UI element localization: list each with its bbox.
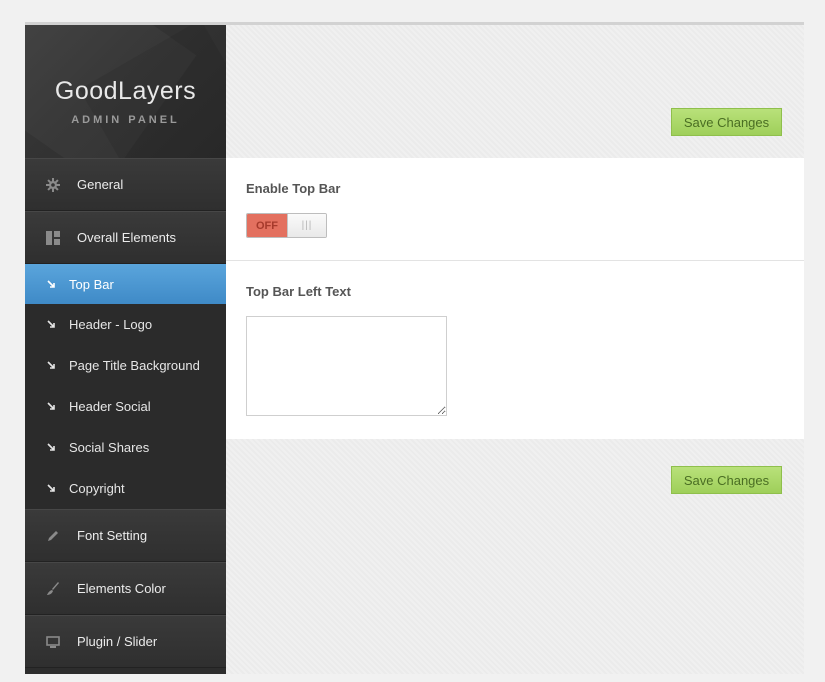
- sidebar-subitem-label: Copyright: [69, 481, 125, 496]
- option-label: Top Bar Left Text: [246, 284, 351, 299]
- sidebar-subitem-label: Top Bar: [69, 276, 114, 292]
- sidebar-subitem-label: Page Title Background: [69, 358, 200, 373]
- monitor-icon: [45, 634, 61, 650]
- sidebar-subitem-header-logo[interactable]: Header - Logo: [25, 304, 226, 345]
- arrow-down-right-icon: [47, 484, 57, 493]
- sidebar-item-plugin-slider[interactable]: Plugin / Slider: [25, 615, 226, 668]
- arrow-down-right-icon: [47, 402, 57, 411]
- option-enable-top-bar: Enable Top Bar OFF |||: [226, 158, 804, 261]
- sidebar-item-elements-color[interactable]: Elements Color: [25, 562, 226, 615]
- arrow-down-right-icon: [47, 320, 57, 329]
- sidebar-item-general[interactable]: General: [25, 158, 226, 211]
- sidebar-subitem-header-social[interactable]: Header Social: [25, 386, 226, 427]
- sidebar-item-font-setting[interactable]: Font Setting: [25, 509, 226, 562]
- sidebar: GoodLayers ADMIN PANEL General Overall E…: [25, 25, 226, 674]
- arrow-down-right-icon: [47, 443, 57, 452]
- arrow-down-right-icon: [47, 279, 57, 289]
- sidebar-item-overall-elements[interactable]: Overall Elements: [25, 211, 226, 264]
- layout-icon: [45, 230, 61, 246]
- brand-name: GoodLayers: [54, 77, 197, 105]
- sidebar-item-label: Font Setting: [77, 528, 148, 543]
- sidebar-subitem-top-bar[interactable]: Top Bar: [25, 264, 226, 304]
- toggle-state-label: OFF: [247, 214, 287, 237]
- gear-icon: [45, 177, 61, 193]
- sidebar-item-label: Overall Elements: [77, 230, 176, 245]
- option-top-bar-left-text: Top Bar Left Text: [226, 261, 804, 439]
- brush-icon: [45, 581, 61, 597]
- toggle-handle: |||: [287, 214, 326, 237]
- enable-top-bar-toggle[interactable]: OFF |||: [246, 213, 327, 238]
- sidebar-item-label: General: [77, 177, 124, 192]
- sidebar-subitem-page-title-background[interactable]: Page Title Background: [25, 345, 226, 386]
- admin-panel: GoodLayers ADMIN PANEL General Overall E…: [25, 22, 804, 674]
- sidebar-subitem-label: Social Shares: [69, 440, 150, 455]
- pencil-icon: [45, 528, 61, 544]
- sidebar-subitem-social-shares[interactable]: Social Shares: [25, 427, 226, 468]
- option-label: Enable Top Bar: [246, 181, 341, 196]
- arrow-down-right-icon: [47, 361, 57, 370]
- sidebar-subitem-label: Header - Logo: [69, 317, 153, 332]
- sidebar-item-label: Elements Color: [77, 581, 166, 596]
- brand-subtitle: ADMIN PANEL: [71, 114, 180, 126]
- save-button-bottom[interactable]: Save Changes: [671, 466, 782, 494]
- sidebar-subitem-label: Header Social: [69, 399, 151, 414]
- sidebar-item-label: Plugin / Slider: [77, 634, 158, 649]
- brand-header: GoodLayers ADMIN PANEL: [25, 25, 226, 158]
- sidebar-subitem-copyright[interactable]: Copyright: [25, 468, 226, 509]
- top-bar-left-text-input[interactable]: [246, 316, 447, 416]
- save-button-top[interactable]: Save Changes: [671, 108, 782, 136]
- submenu-overall-elements: Top Bar Header - Logo Page Title Backgro…: [25, 264, 226, 509]
- main-content: Save Changes Enable Top Bar OFF ||| Top …: [226, 25, 804, 674]
